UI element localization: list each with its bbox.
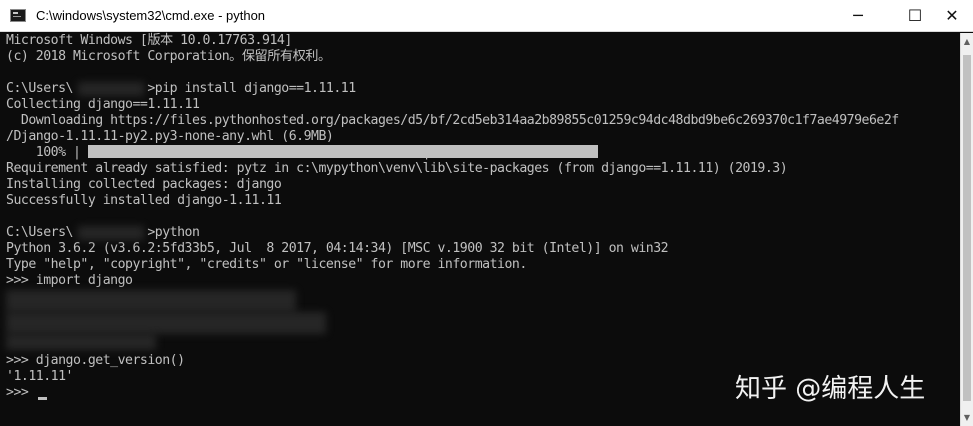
window-title: C:\windows\system32\cmd.exe - python bbox=[36, 8, 266, 23]
console-line-15: Type "help", "copyright", "credits" or "… bbox=[6, 257, 527, 272]
console-line-14: Python 3.6.2 (v3.6.2:5fd33b5, Jul 8 2017… bbox=[6, 241, 669, 256]
scroll-thumb[interactable] bbox=[963, 55, 971, 401]
watermark-text: 知乎 @编程人生 bbox=[735, 374, 926, 404]
console-line-10: Installing collected packages: django bbox=[6, 177, 282, 192]
console-line-9: Requirement already satisfied: pytz in c… bbox=[6, 161, 788, 176]
scroll-down-icon[interactable]: ▼ bbox=[961, 411, 973, 423]
close-button[interactable]: ✕ bbox=[929, 0, 973, 31]
scroll-up-icon[interactable]: ▲ bbox=[961, 35, 973, 47]
progress-bar bbox=[88, 145, 598, 158]
progress-fill bbox=[88, 145, 598, 158]
redacted-output-1 bbox=[6, 290, 296, 312]
window-titlebar: C:\windows\system32\cmd.exe - python ─ ☐… bbox=[0, 0, 973, 32]
redacted-username-2 bbox=[78, 226, 144, 240]
console-line-5: Collecting django==1.11.11 bbox=[6, 97, 200, 112]
text-cursor bbox=[38, 397, 47, 400]
console-line-7: /Django-1.11.11-py2.py3-none-any.whl (6.… bbox=[6, 129, 334, 144]
minimize-button[interactable]: ─ bbox=[835, 0, 881, 31]
console-line-6: Downloading https://files.pythonhosted.o… bbox=[6, 113, 899, 128]
console-line-11: Successfully installed django-1.11.11 bbox=[6, 193, 282, 208]
cmd-icon bbox=[10, 9, 26, 22]
redacted-output-2 bbox=[6, 312, 326, 334]
console-line-23: >>> bbox=[6, 385, 36, 400]
vertical-scrollbar[interactable]: ▲ ▼ bbox=[960, 33, 973, 426]
console-line-2: (c) 2018 Microsoft Corporation。保留所有权利。 bbox=[6, 49, 331, 64]
console-line-4: C:\Users\ >pip install django==1.11.11 bbox=[6, 81, 356, 96]
console-line-21: >>> django.get_version() bbox=[6, 353, 185, 368]
console-line-22: '1.11.11' bbox=[6, 369, 73, 384]
console-line-16: >>> import django bbox=[6, 273, 133, 288]
redacted-username-1 bbox=[78, 82, 144, 96]
console-line-1: Microsoft Windows [版本 10.0.17763.914] bbox=[6, 33, 292, 48]
redacted-output-3 bbox=[6, 334, 156, 350]
